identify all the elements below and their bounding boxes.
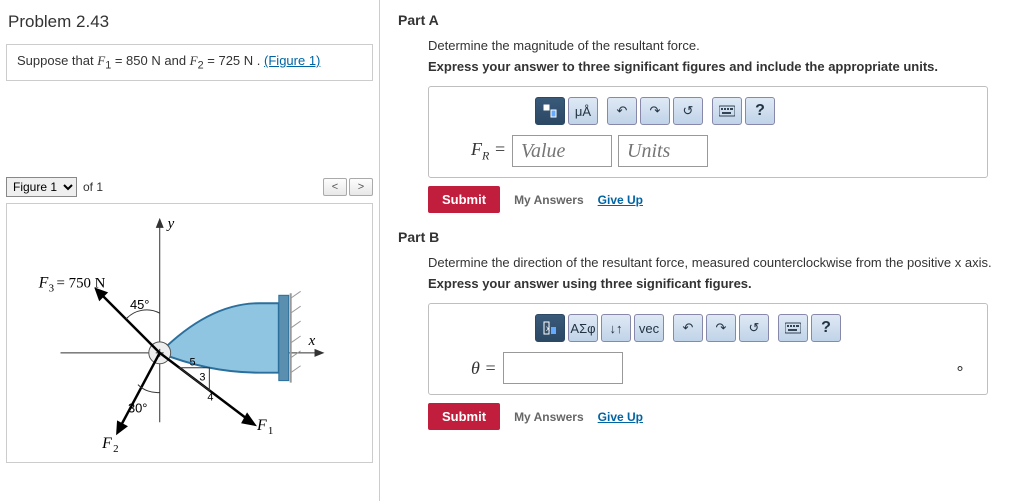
toolbar-b: x ΑΣφ ↓↑ vec ↶ ↷ ↺ ? xyxy=(535,314,975,342)
template-icon[interactable]: x xyxy=(535,314,565,342)
figure-next-button[interactable]: > xyxy=(349,178,373,196)
text: = 725 N xyxy=(204,53,254,68)
svg-text:F: F xyxy=(256,417,267,434)
give-up-link[interactable]: Give Up xyxy=(598,193,643,207)
axis-y: y xyxy=(166,215,175,231)
my-answers-link[interactable]: My Answers xyxy=(514,193,584,207)
subsup-icon[interactable]: ↓↑ xyxy=(601,314,631,342)
var-theta: θ xyxy=(471,358,480,378)
part-b-instr: Express your answer using three signific… xyxy=(428,276,1006,291)
svg-text:2: 2 xyxy=(113,443,118,455)
figure-select[interactable]: Figure 1 xyxy=(6,177,77,197)
svg-text:x: x xyxy=(546,324,550,333)
svg-text:3: 3 xyxy=(199,371,205,383)
svg-text:4: 4 xyxy=(207,391,213,403)
svg-text:30°: 30° xyxy=(128,400,148,415)
text: Suppose that xyxy=(17,53,97,68)
problem-title: Problem 2.43 xyxy=(0,8,379,40)
reset-icon[interactable]: ↺ xyxy=(739,314,769,342)
eq: = xyxy=(489,139,506,159)
var-fr: F xyxy=(471,139,482,159)
toolbar-a: μÅ ↶ ↷ ↺ ? xyxy=(535,97,975,125)
units-icon[interactable]: μÅ xyxy=(568,97,598,125)
svg-text:F: F xyxy=(101,435,112,452)
svg-text:5: 5 xyxy=(190,356,196,368)
vec-icon[interactable]: vec xyxy=(634,314,664,342)
give-up-link[interactable]: Give Up xyxy=(598,410,643,424)
figure-count: of 1 xyxy=(83,180,103,194)
reset-icon[interactable]: ↺ xyxy=(673,97,703,125)
var-f1: F xyxy=(97,53,105,68)
part-b-title: Part B xyxy=(398,229,1006,245)
keyboard-icon[interactable] xyxy=(778,314,808,342)
template-icon[interactable] xyxy=(535,97,565,125)
text: and xyxy=(164,53,189,68)
value-input[interactable] xyxy=(512,135,612,167)
svg-text:= 750 N: = 750 N xyxy=(57,275,106,291)
units-input[interactable] xyxy=(618,135,708,167)
submit-button[interactable]: Submit xyxy=(428,186,500,213)
undo-icon[interactable]: ↶ xyxy=(607,97,637,125)
var-f2: F xyxy=(190,53,198,68)
redo-icon[interactable]: ↷ xyxy=(640,97,670,125)
part-a-desc: Determine the magnitude of the resultant… xyxy=(428,38,1006,53)
eq: = xyxy=(480,358,497,378)
degree-symbol: ∘ xyxy=(955,358,965,378)
theta-input[interactable] xyxy=(503,352,623,384)
part-a-title: Part A xyxy=(398,12,1006,28)
figure-prev-button[interactable]: < xyxy=(323,178,347,196)
problem-statement: Suppose that F1 = 850 N and F2 = 725 N .… xyxy=(6,44,373,81)
help-icon[interactable]: ? xyxy=(745,97,775,125)
text: = 850 N xyxy=(111,53,161,68)
undo-icon[interactable]: ↶ xyxy=(673,314,703,342)
part-b-desc: Determine the direction of the resultant… xyxy=(428,255,1006,270)
redo-icon[interactable]: ↷ xyxy=(706,314,736,342)
submit-button[interactable]: Submit xyxy=(428,403,500,430)
my-answers-link[interactable]: My Answers xyxy=(514,410,584,424)
svg-text:3: 3 xyxy=(49,282,55,294)
svg-text:F: F xyxy=(38,274,49,291)
svg-text:1: 1 xyxy=(268,425,273,437)
help-icon[interactable]: ? xyxy=(811,314,841,342)
text: . xyxy=(257,53,264,68)
part-a-instr: Express your answer to three significant… xyxy=(428,59,1006,74)
keyboard-icon[interactable] xyxy=(712,97,742,125)
figure-image: y x F 3 = 750 N 45° xyxy=(6,203,373,463)
greek-icon[interactable]: ΑΣφ xyxy=(568,314,598,342)
figure-link[interactable]: (Figure 1) xyxy=(264,53,320,68)
axis-x: x xyxy=(308,333,316,349)
svg-text:45°: 45° xyxy=(130,297,150,312)
